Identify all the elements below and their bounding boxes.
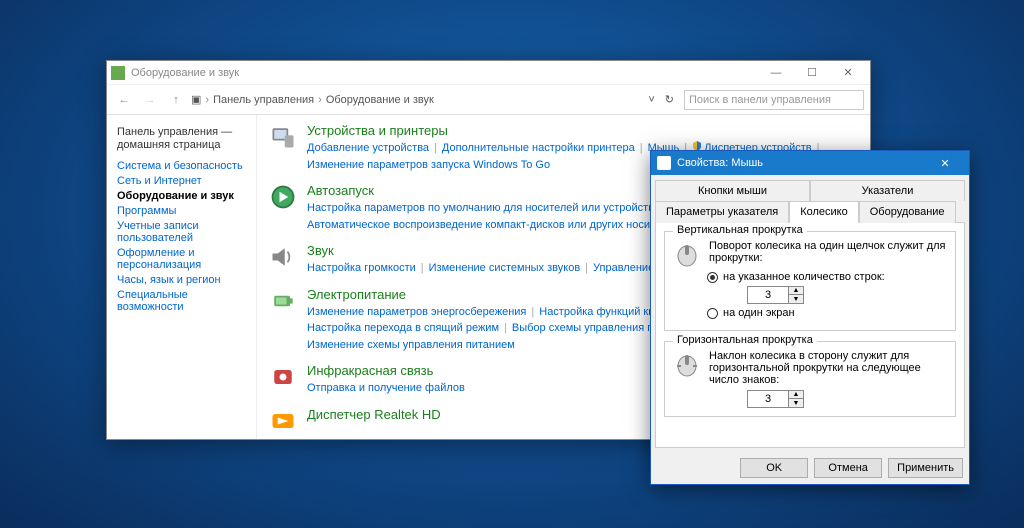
vertical-scroll-desc: Поворот колесика на один щелчок служит д… (709, 240, 947, 264)
tab-pointers[interactable]: Указатели (810, 180, 965, 201)
tab-pointer-options[interactable]: Параметры указателя (655, 201, 789, 223)
mouse-properties-dialog: Свойства: Мышь ✕ Кнопки мыши Указатели П… (650, 150, 970, 485)
link-system-sounds[interactable]: Изменение системных звуков (429, 260, 581, 277)
tilt-wheel-icon (673, 350, 701, 378)
link-add-device[interactable]: Добавление устройства (307, 140, 429, 157)
apply-button[interactable]: Применить (888, 458, 963, 478)
breadcrumb[interactable]: ▣ › Панель управления › Оборудование и з… (191, 93, 434, 106)
link-power-save[interactable]: Изменение параметров энергосбережения (307, 304, 526, 321)
cp-sidebar: Панель управления — домашняя страница Си… (107, 115, 257, 439)
up-button[interactable]: ↑ (165, 89, 187, 111)
sound-icon (269, 243, 297, 271)
radio-lines-label: на указанное количество строк: (723, 271, 885, 283)
refresh-icon[interactable]: ↻ (665, 93, 674, 106)
sidebar-item-network[interactable]: Сеть и Интернет (117, 175, 246, 187)
mouse-tabs-row1: Кнопки мыши Указатели (655, 179, 965, 200)
cp-title: Оборудование и звук (131, 67, 239, 79)
devices-icon (269, 123, 297, 151)
breadcrumb-icon: ▣ (191, 93, 201, 106)
horizontal-chars-spinner[interactable]: ▲▼ (747, 390, 804, 408)
link-infrared-send[interactable]: Отправка и получение файлов (307, 380, 465, 397)
radio-screen-row[interactable]: на один экран (707, 307, 947, 319)
power-icon (269, 287, 297, 315)
sidebar-item-hardware[interactable]: Оборудование и звук (117, 190, 246, 202)
breadcrumb-root[interactable]: Панель управления (213, 94, 314, 106)
radio-screen[interactable] (707, 308, 718, 319)
back-button[interactable]: ← (113, 89, 135, 111)
link-autoplay-defaults[interactable]: Настройка параметров по умолчанию для но… (307, 200, 654, 217)
forward-button[interactable]: → (139, 89, 161, 111)
horizontal-scroll-desc: Наклон колесика в сторону служит для гор… (709, 350, 947, 386)
vertical-scroll-title: Вертикальная прокрутка (673, 224, 807, 236)
minimize-button[interactable]: — (758, 62, 794, 84)
mouse-titlebar[interactable]: Свойства: Мышь ✕ (651, 151, 969, 175)
radio-screen-label: на один экран (723, 307, 795, 319)
tab-hardware[interactable]: Оборудование (859, 201, 956, 223)
autoplay-icon (269, 183, 297, 211)
infrared-icon (269, 363, 297, 391)
cp-icon (111, 66, 125, 80)
vertical-lines-spinner[interactable]: ▲▼ (747, 286, 804, 304)
search-placeholder: Поиск в панели управления (689, 94, 831, 106)
sidebar-home[interactable]: Панель управления — домашняя страница (117, 126, 246, 152)
radio-lines-row[interactable]: на указанное количество строк: (707, 271, 947, 283)
cp-titlebar[interactable]: Оборудование и звук — ☐ ✕ (107, 61, 870, 85)
mouse-tabs-row2: Параметры указателя Колесико Оборудовани… (655, 200, 965, 222)
close-button[interactable]: ✕ (830, 62, 866, 84)
cancel-button[interactable]: Отмена (814, 458, 882, 478)
sidebar-item-accounts[interactable]: Учетные записи пользователей (117, 220, 246, 244)
spin-up-icon[interactable]: ▲ (789, 287, 803, 295)
link-autoplay-cd[interactable]: Автоматическое воспроизведение компакт-д… (307, 217, 679, 234)
radio-lines[interactable] (707, 272, 718, 283)
cp-navbar: ← → ↑ ▣ › Панель управления › Оборудован… (107, 85, 870, 115)
dialog-button-row: OK Отмена Применить (651, 452, 969, 484)
spin-down-icon[interactable]: ▼ (789, 295, 803, 303)
mouse-dialog-icon (657, 156, 671, 170)
vertical-scroll-group: Вертикальная прокрутка Поворот колесика … (664, 231, 956, 331)
link-printer-settings[interactable]: Дополнительные настройки принтера (442, 140, 635, 157)
shield-icon (692, 140, 702, 150)
tab-wheel[interactable]: Колесико (789, 201, 859, 223)
link-power-plan-edit[interactable]: Изменение схемы управления питанием (307, 337, 515, 354)
sidebar-item-programs[interactable]: Программы (117, 205, 246, 217)
link-windows-to-go[interactable]: Изменение параметров запуска Windows To … (307, 157, 550, 174)
mouse-close-button[interactable]: ✕ (927, 152, 963, 174)
tab-wheel-panel: Вертикальная прокрутка Поворот колесика … (655, 222, 965, 448)
horizontal-scroll-title: Горизонтальная прокрутка (673, 334, 817, 346)
maximize-button[interactable]: ☐ (794, 62, 830, 84)
spin-up-icon[interactable]: ▲ (789, 391, 803, 399)
link-sleep[interactable]: Настройка перехода в спящий режим (307, 320, 499, 337)
sidebar-item-accessibility[interactable]: Специальные возможности (117, 289, 246, 313)
spin-down-icon[interactable]: ▼ (789, 399, 803, 407)
sidebar-item-appearance[interactable]: Оформление и персонализация (117, 247, 246, 271)
category-title-devices[interactable]: Устройства и принтеры (307, 123, 858, 138)
sidebar-item-system[interactable]: Система и безопасность (117, 160, 246, 172)
search-input[interactable]: Поиск в панели управления (684, 90, 864, 110)
wheel-icon (673, 240, 701, 268)
breadcrumb-leaf[interactable]: Оборудование и звук (326, 94, 434, 106)
vertical-lines-input[interactable] (748, 287, 788, 303)
mouse-dialog-title: Свойства: Мышь (677, 157, 763, 169)
sidebar-item-clock[interactable]: Часы, язык и регион (117, 274, 246, 286)
horizontal-chars-input[interactable] (748, 391, 788, 407)
link-volume[interactable]: Настройка громкости (307, 260, 416, 277)
horizontal-scroll-group: Горизонтальная прокрутка Наклон колесика… (664, 341, 956, 417)
breadcrumb-dropdown-icon[interactable]: ˅ (648, 94, 654, 106)
ok-button[interactable]: OK (740, 458, 808, 478)
realtek-icon (269, 407, 297, 435)
tab-buttons[interactable]: Кнопки мыши (655, 180, 810, 201)
